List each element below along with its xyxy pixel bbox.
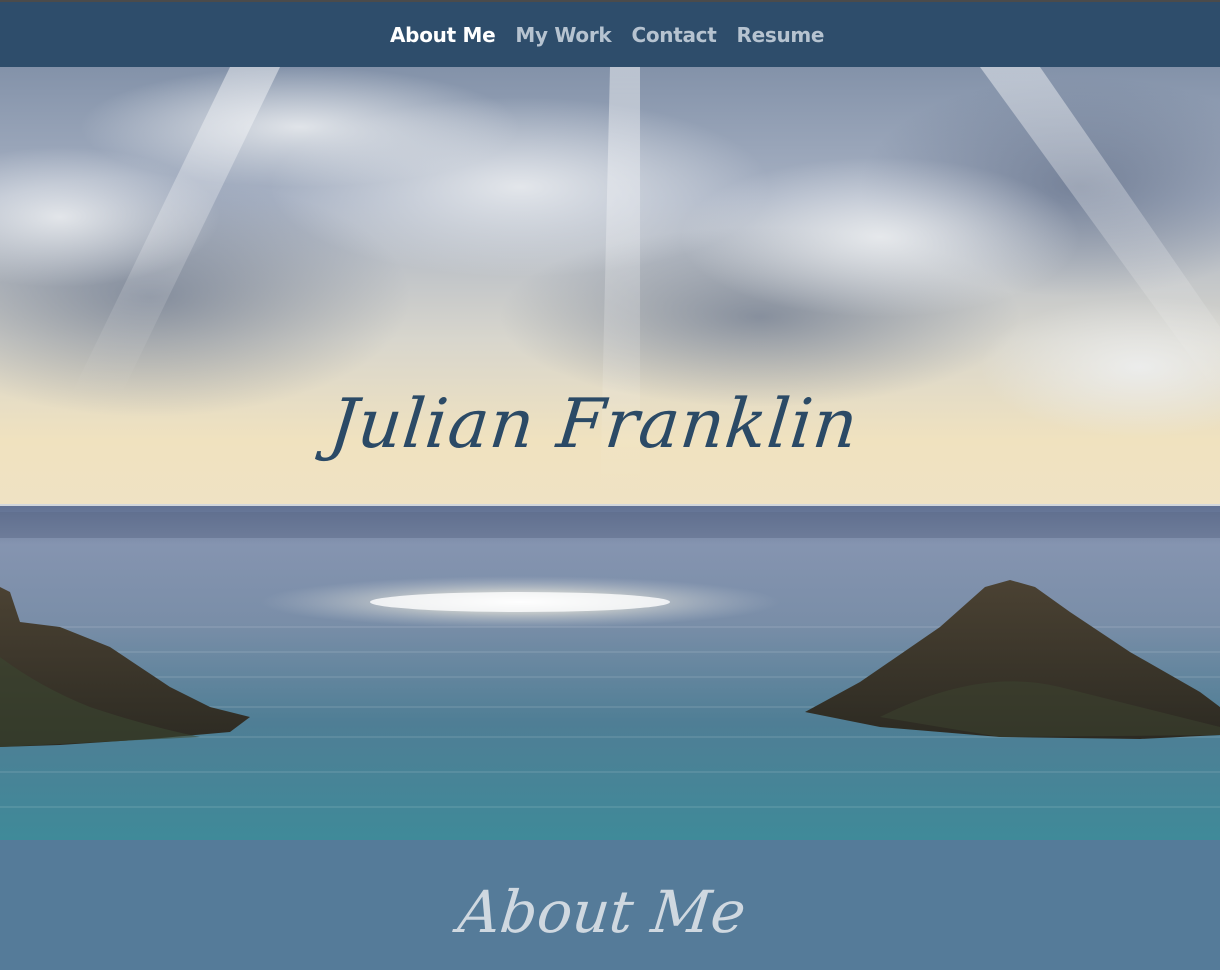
nav-item-about-me[interactable]: About Me [390, 23, 496, 47]
nav-links: About Me My Work Contact Resume [390, 2, 824, 67]
hero-banner: Julian Franklin [0, 67, 1220, 840]
hero-name-heading: Julian Franklin [325, 385, 863, 464]
nav-item-my-work[interactable]: My Work [515, 23, 611, 47]
top-navbar: About Me My Work Contact Resume [0, 0, 1220, 67]
nav-item-resume[interactable]: Resume [736, 23, 824, 47]
nav-item-contact[interactable]: Contact [631, 23, 716, 47]
about-section: About Me [0, 840, 1220, 970]
about-section-title: About Me [455, 878, 749, 946]
